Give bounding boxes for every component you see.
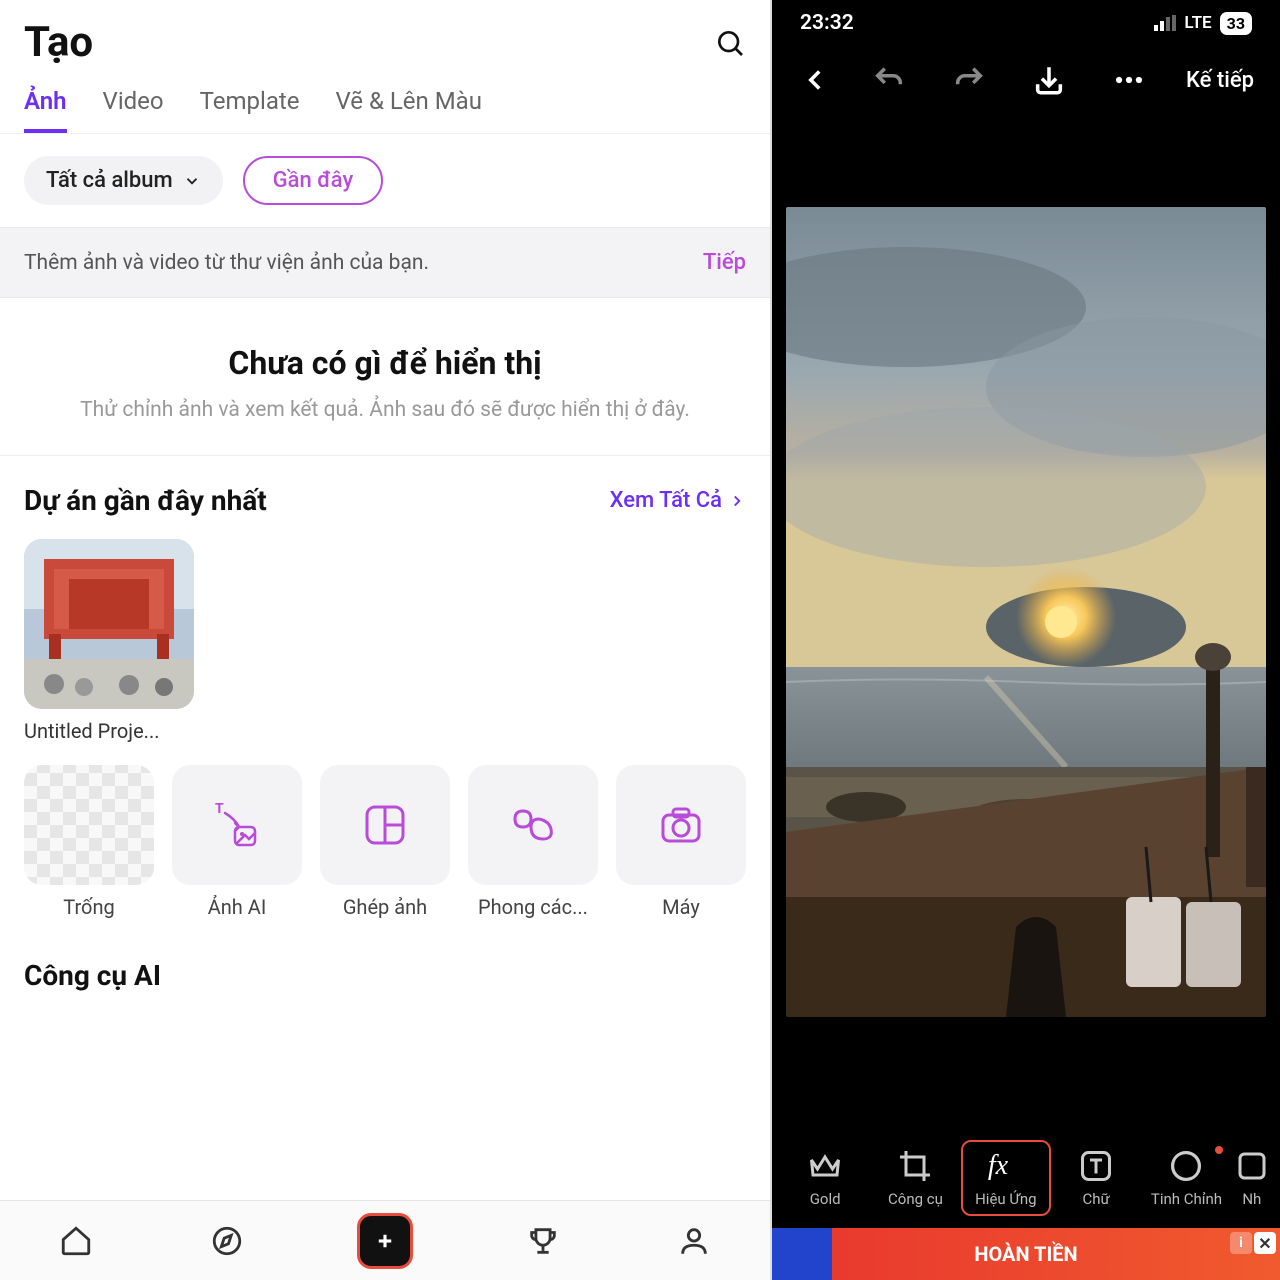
edit-toolbar: Gold Công cụ fx Hiệu Ứng Chữ Tinh Chỉnh …: [772, 1128, 1280, 1228]
search-icon[interactable]: [714, 27, 746, 59]
back-icon[interactable]: [798, 63, 832, 97]
page-title: Tạo: [24, 18, 93, 67]
signal-icon: [1154, 15, 1176, 31]
project-thumbnail: [24, 539, 194, 709]
editor-screen: 23:32 LTE 33 Kế tiếp: [772, 0, 1280, 1280]
tool-collage[interactable]: Ghép ảnh: [320, 765, 450, 919]
notice-continue[interactable]: Tiếp: [703, 250, 746, 275]
nav-discover[interactable]: [205, 1219, 249, 1263]
album-dropdown-label: Tất cả album: [46, 168, 173, 193]
view-all-link[interactable]: Xem Tất Cả: [610, 488, 746, 513]
chevron-right-icon: [728, 492, 746, 510]
tool-label: Hiệu Ứng: [975, 1190, 1036, 1208]
status-right: LTE 33: [1154, 12, 1252, 35]
adjust-icon: [1168, 1148, 1204, 1184]
recent-projects-section: Dự án gần đây nhất Xem Tất Cả: [0, 456, 770, 753]
tabs: Ảnh Video Template Vẽ & Lên Màu: [0, 73, 770, 134]
tool-label: Ảnh AI: [172, 895, 302, 919]
tab-draw[interactable]: Vẽ & Lên Màu: [336, 87, 482, 133]
tab-video[interactable]: Video: [103, 87, 164, 133]
tab-photo[interactable]: Ảnh: [24, 87, 67, 133]
tool-ai-image[interactable]: T Ảnh AI: [172, 765, 302, 919]
empty-subtitle: Thử chỉnh ảnh và xem kết quả. Ảnh sau đó…: [40, 396, 730, 425]
tool-label: Phong các...: [468, 895, 598, 919]
fx-icon: fx: [988, 1148, 1024, 1184]
canvas-image: [786, 207, 1266, 1017]
toolbar-center: [872, 63, 1146, 97]
tool-label: Trống: [24, 895, 154, 919]
chevron-down-icon: [183, 172, 201, 190]
ad-banner[interactable]: HOÀN TIỀN i ✕: [772, 1228, 1280, 1280]
recent-chip[interactable]: Gần đây: [243, 156, 384, 205]
empty-state: Chưa có gì để hiển thị Thử chỉnh ảnh và …: [0, 298, 770, 456]
status-bar: 23:32 LTE 33: [772, 0, 1280, 46]
notice-text: Thêm ảnh và video từ thư viện ảnh của bạ…: [24, 251, 429, 275]
nav-home[interactable]: [54, 1219, 98, 1263]
edit-tool-effects[interactable]: fx Hiệu Ứng: [961, 1140, 1051, 1216]
edit-tool-partial[interactable]: Nh: [1232, 1148, 1272, 1208]
recent-projects-title: Dự án gần đây nhất: [24, 484, 267, 517]
badge-dot: [1215, 1146, 1223, 1154]
tool-label: Công cụ: [888, 1190, 943, 1208]
filter-row: Tất cả album Gần đây: [0, 134, 770, 227]
text-icon: [1078, 1148, 1114, 1184]
edit-tool-tools[interactable]: Công cụ: [870, 1148, 960, 1208]
tool-label: Chữ: [1082, 1190, 1109, 1208]
tool-label: Ghép ảnh: [320, 895, 450, 919]
album-dropdown[interactable]: Tất cả album: [24, 156, 223, 205]
collage-icon: [320, 765, 450, 885]
tool-label: Tinh Chỉnh: [1151, 1190, 1222, 1208]
bottom-nav: [0, 1200, 770, 1280]
download-icon[interactable]: [1032, 63, 1066, 97]
nav-trophy[interactable]: [521, 1219, 565, 1263]
style-icon: [468, 765, 598, 885]
svg-text:T: T: [215, 801, 224, 817]
notice-bar: Thêm ảnh và video từ thư viện ảnh của bạ…: [0, 227, 770, 298]
tool-label: Máy: [616, 895, 746, 919]
tool-label: Nh: [1242, 1190, 1261, 1208]
tool-style[interactable]: Phong các...: [468, 765, 598, 919]
network-label: LTE: [1184, 13, 1211, 33]
project-name: Untitled Proje...: [24, 719, 194, 743]
undo-icon[interactable]: [872, 63, 906, 97]
edit-tool-gold[interactable]: Gold: [780, 1148, 870, 1208]
more-icon[interactable]: [1112, 63, 1146, 97]
tab-template[interactable]: Template: [200, 87, 300, 133]
tool-blank[interactable]: Trống: [24, 765, 154, 919]
battery-level: 33: [1220, 12, 1252, 35]
quick-tools: Trống T Ảnh AI Ghép ảnh: [0, 753, 770, 931]
camera-icon: [616, 765, 746, 885]
view-all-label: Xem Tất Cả: [610, 488, 722, 513]
empty-title: Chưa có gì để hiển thị: [40, 344, 730, 382]
ai-tools-heading: Công cụ AI: [0, 931, 770, 1000]
nav-profile[interactable]: [672, 1219, 716, 1263]
redo-icon[interactable]: [952, 63, 986, 97]
ad-info-icon[interactable]: i: [1230, 1232, 1252, 1254]
status-time: 23:32: [800, 11, 854, 35]
ad-text: HOÀN TIỀN: [974, 1242, 1077, 1266]
header: Tạo: [0, 0, 770, 73]
create-screen: Tạo Ảnh Video Template Vẽ & Lên Màu Tất …: [0, 0, 772, 1280]
tool-camera[interactable]: Máy: [616, 765, 746, 919]
partial-icon: [1234, 1148, 1270, 1184]
project-card[interactable]: Untitled Proje...: [24, 539, 194, 743]
ad-accent: [772, 1228, 832, 1280]
blank-icon: [24, 765, 154, 885]
crop-icon: [897, 1148, 933, 1184]
ad-close-icon[interactable]: ✕: [1254, 1232, 1276, 1254]
edit-tool-text[interactable]: Chữ: [1051, 1148, 1141, 1208]
canvas[interactable]: [772, 114, 1280, 1110]
editor-toolbar: Kế tiếp: [772, 46, 1280, 114]
crown-icon: [807, 1148, 843, 1184]
edit-tool-adjust[interactable]: Tinh Chỉnh: [1141, 1148, 1231, 1208]
tool-label: Gold: [810, 1190, 841, 1208]
next-button[interactable]: Kế tiếp: [1186, 68, 1254, 93]
nav-create[interactable]: [357, 1213, 413, 1269]
ai-image-icon: T: [172, 765, 302, 885]
section-header: Dự án gần đây nhất Xem Tất Cả: [24, 484, 746, 517]
